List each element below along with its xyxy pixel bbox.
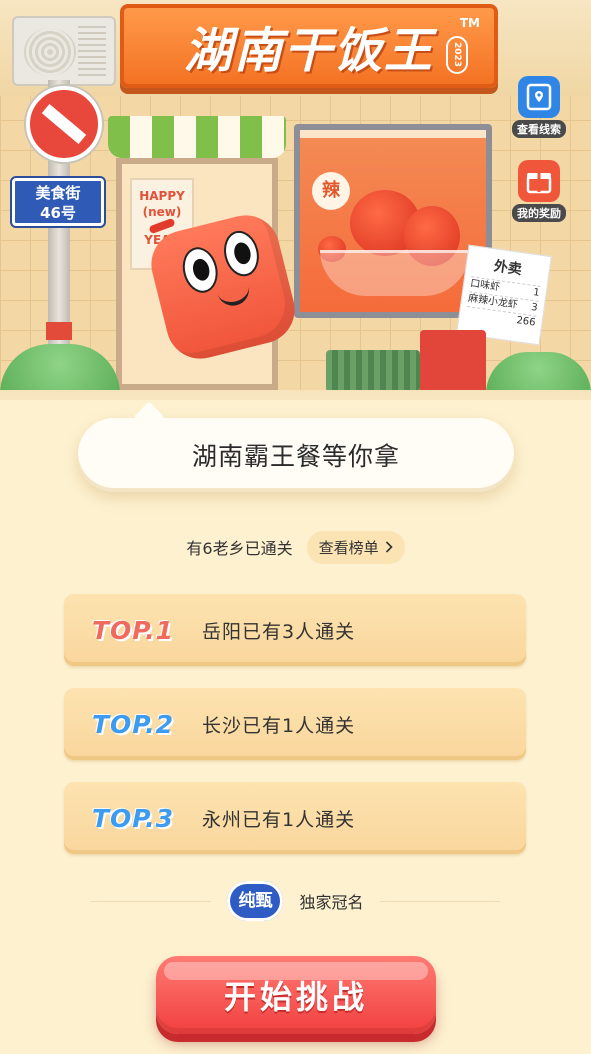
floor-gradient (0, 390, 591, 400)
rank-text: 长沙已有1人通关 (202, 714, 356, 737)
green-crate (326, 350, 420, 392)
sponsor-logo: 纯甄 (227, 881, 284, 921)
trademark-mark: TM (459, 16, 480, 30)
sponsor-row: 纯甄 独家冠名 (0, 878, 591, 924)
rank-top-label: TOP.3 (91, 803, 175, 833)
poster-line2: (new) (142, 205, 182, 219)
divider (91, 900, 212, 902)
start-challenge-button[interactable]: 开始挑战 (156, 956, 436, 1034)
title-year-badge: 2023 (446, 36, 468, 74)
street-scene: 湖南干饭王 TM 2023 美食街 46号 HAPPY (new) YEAR 辣… (0, 0, 591, 400)
rank-card-3: TOP.3 永州已有1人通关 (64, 782, 526, 854)
start-challenge-label: 开始挑战 (223, 978, 368, 1016)
pole-band (46, 322, 72, 340)
chevron-right-icon (385, 541, 393, 553)
striped-awning (108, 116, 286, 158)
pass-count-row: 有6老乡已通关 查看榜单 (0, 530, 591, 564)
street-sign-line2: 46号 (40, 204, 76, 222)
rank-card-1: TOP.1 岳阳已有3人通关 (64, 594, 526, 666)
sponsor-text: 独家冠名 (299, 893, 364, 912)
street-sign: 美食街 46号 (12, 178, 104, 226)
rank-text: 岳阳已有3人通关 (202, 620, 356, 643)
view-clues-label: 查看线索 (512, 120, 566, 138)
bubble-text: 湖南霸王餐等你拿 (191, 442, 400, 471)
divider (379, 900, 500, 902)
rank-text: 永州已有1人通关 (202, 808, 356, 831)
view-leaderboard-label: 查看榜单 (318, 538, 379, 557)
my-rewards-label: 我的奖励 (512, 204, 566, 222)
air-conditioner-illustration (12, 16, 116, 86)
rank-card-2: TOP.2 长沙已有1人通关 (64, 688, 526, 760)
map-pin-icon (518, 76, 560, 118)
poster-line1: HAPPY (139, 189, 185, 203)
view-clues-button[interactable]: 查看线索 (508, 76, 570, 138)
mascot-mouth (217, 285, 253, 310)
glass-bowl (320, 250, 470, 296)
game-title: 湖南干饭王 (183, 23, 434, 79)
no-entry-sign (26, 86, 102, 162)
spicy-badge: 辣 (312, 172, 350, 210)
red-stool (420, 330, 486, 394)
pass-count-text: 有6老乡已通关 (186, 539, 293, 558)
rank-top-label: TOP.1 (91, 615, 175, 645)
rank-top-label: TOP.2 (91, 709, 175, 739)
gift-icon (518, 160, 560, 202)
street-sign-line1: 美食街 (35, 184, 81, 202)
mascot-eye (219, 227, 264, 280)
mascot-eye (178, 243, 223, 297)
view-leaderboard-button[interactable]: 查看榜单 (306, 530, 405, 564)
game-title-sign: 湖南干饭王 TM 2023 (120, 4, 498, 88)
my-rewards-button[interactable]: 我的奖励 (508, 160, 570, 222)
speech-bubble: 湖南霸王餐等你拿 (78, 418, 514, 492)
